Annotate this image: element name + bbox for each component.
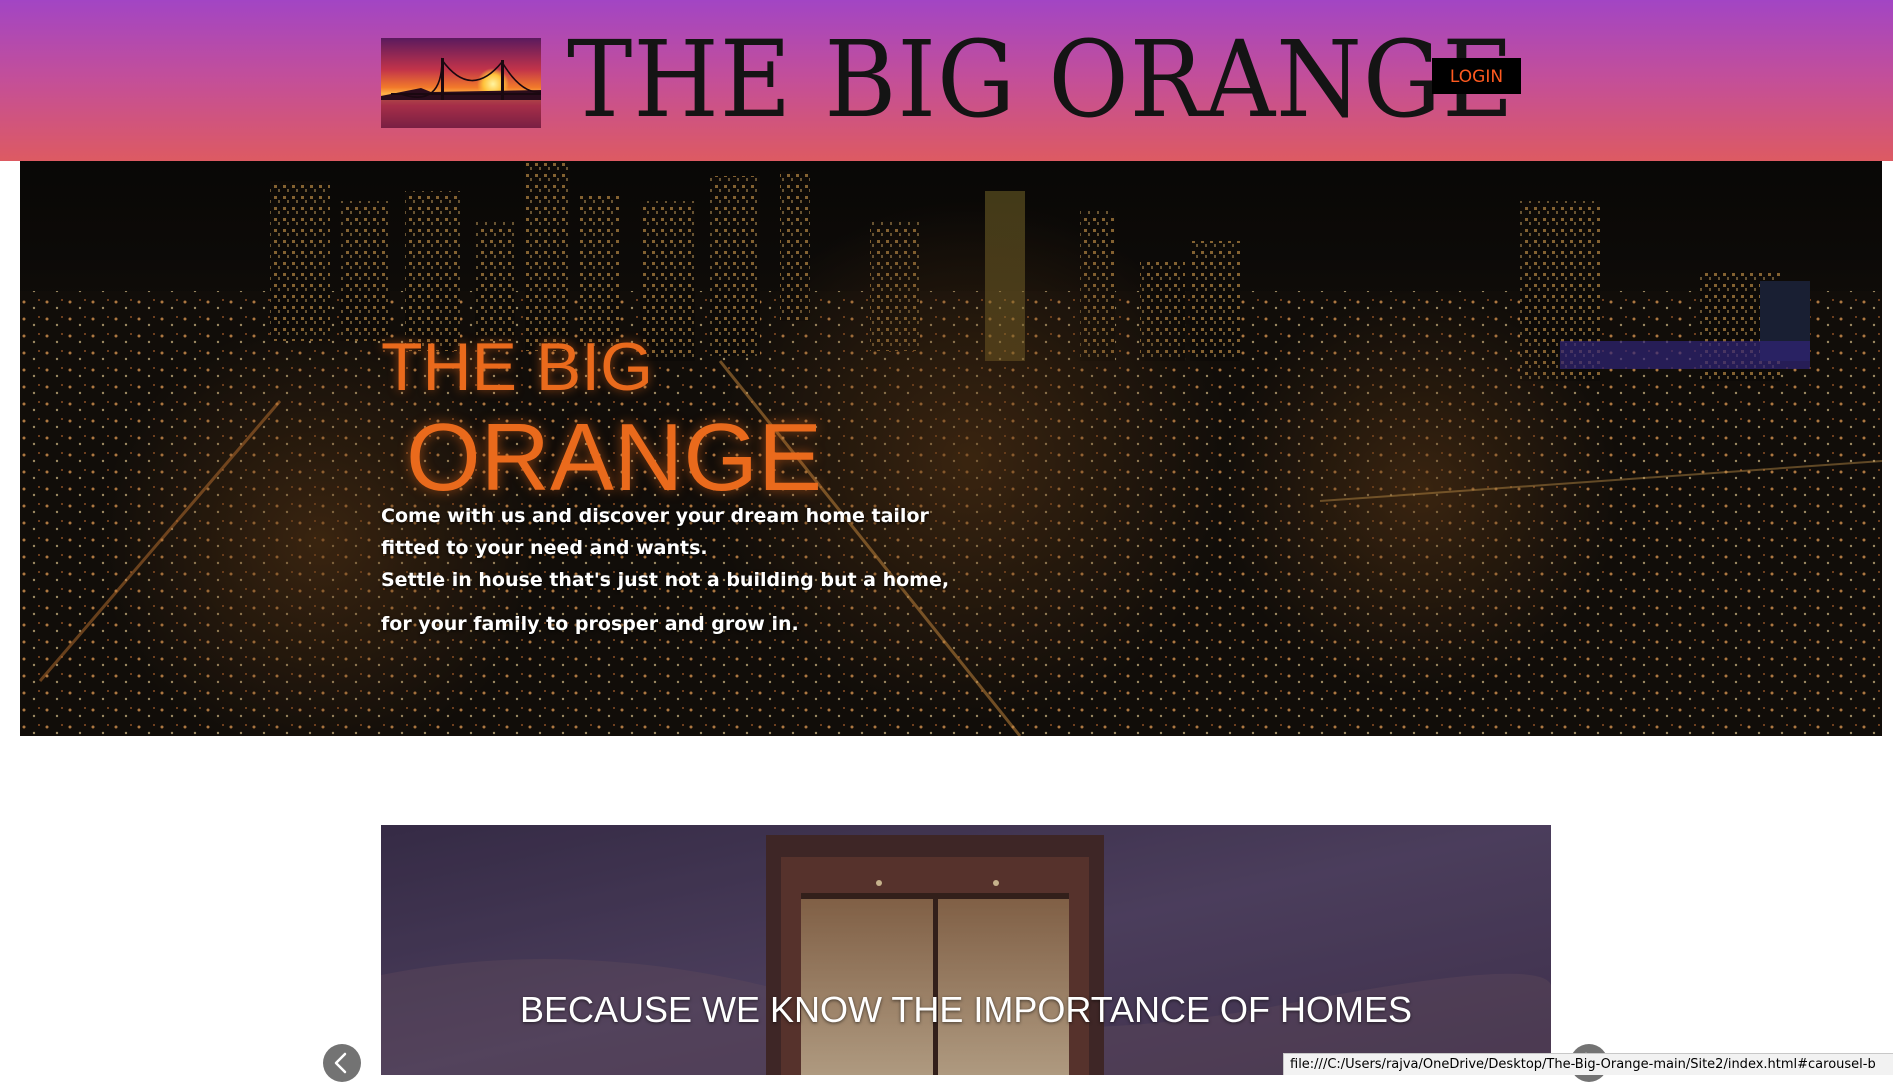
hero-text-line: for your family to prosper and grow in.: [381, 613, 799, 635]
carousel-prev-button[interactable]: [323, 1044, 361, 1082]
hero-text-line: Come with us and discover your dream hom…: [381, 505, 929, 527]
chevron-left-icon: [334, 1052, 347, 1074]
site-title: THE BIG ORANGE: [567, 18, 1515, 141]
logo-image[interactable]: [381, 38, 541, 128]
carousel-caption: BECAUSE WE KNOW THE IMPORTANCE OF HOMES: [519, 989, 1413, 1030]
status-bar-url: file:///C:/Users/rajva/OneDrive/Desktop/…: [1283, 1053, 1893, 1075]
hero-text-line: fitted to your need and wants.: [381, 537, 708, 559]
login-button[interactable]: LOGIN: [1432, 58, 1521, 94]
site-header: THE BIG ORANGE LOGIN: [0, 0, 1893, 161]
hero-banner: THE BIG ORANGE Come with us and discover…: [20, 161, 1882, 736]
carousel-slide[interactable]: BECAUSE WE KNOW THE IMPORTANCE OF HOMES: [381, 825, 1551, 1075]
hero-title-line1: THE BIG: [381, 329, 654, 405]
hero-text-line: Settle in house that's just not a buildi…: [381, 569, 950, 591]
hero-title-line2: ORANGE: [406, 404, 823, 511]
modern-house-image: [381, 825, 1551, 1075]
city-night-background: [20, 161, 1882, 736]
